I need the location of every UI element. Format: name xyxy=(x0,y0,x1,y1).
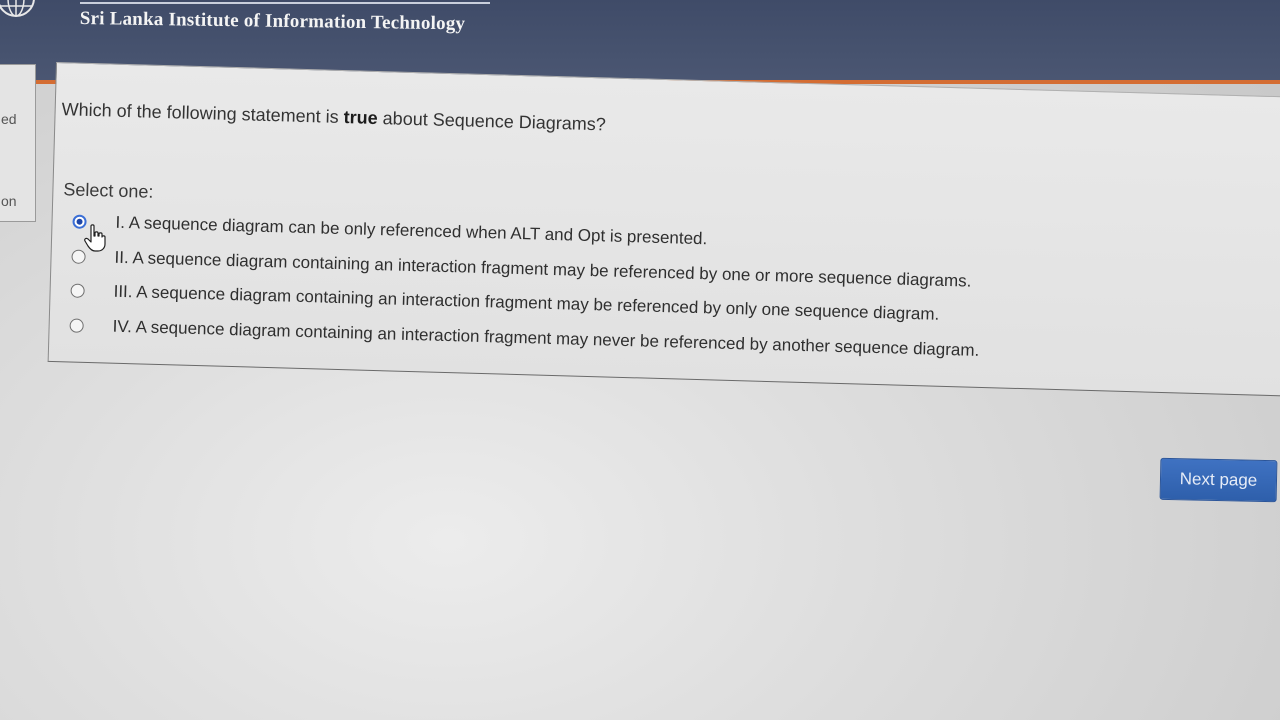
question-emphasis: true xyxy=(343,107,378,129)
answer-option-label[interactable]: IV. A sequence diagram containing an int… xyxy=(112,317,979,361)
nav-label-fragment[interactable]: ed xyxy=(1,111,17,127)
answer-option-4[interactable]: IV. A sequence diagram containing an int… xyxy=(69,315,979,360)
hand-cursor-icon xyxy=(84,224,106,252)
question-text: Which of the following statement is true… xyxy=(61,99,606,135)
select-one-label: Select one: xyxy=(63,179,154,202)
question-text-end: about Sequence Diagrams? xyxy=(377,108,607,135)
radio-button[interactable] xyxy=(69,318,84,333)
question-card: Which of the following statement is true… xyxy=(47,62,1280,397)
globe-icon[interactable] xyxy=(0,0,38,18)
institution-name: Sri Lanka Institute of Information Techn… xyxy=(79,8,466,35)
answer-option-label[interactable]: III. A sequence diagram containing an in… xyxy=(113,282,939,325)
radio-button[interactable] xyxy=(70,283,85,298)
nav-label-fragment[interactable]: on xyxy=(1,193,17,209)
answer-option-1[interactable]: I. A sequence diagram can be only refere… xyxy=(72,212,708,250)
header-divider xyxy=(80,2,490,4)
question-text-start: Which of the following statement is xyxy=(61,99,344,128)
left-nav-panel: ed on xyxy=(0,64,36,222)
answer-option-label[interactable]: I. A sequence diagram can be only refere… xyxy=(115,213,707,250)
next-page-button[interactable]: Next page xyxy=(1159,457,1278,503)
